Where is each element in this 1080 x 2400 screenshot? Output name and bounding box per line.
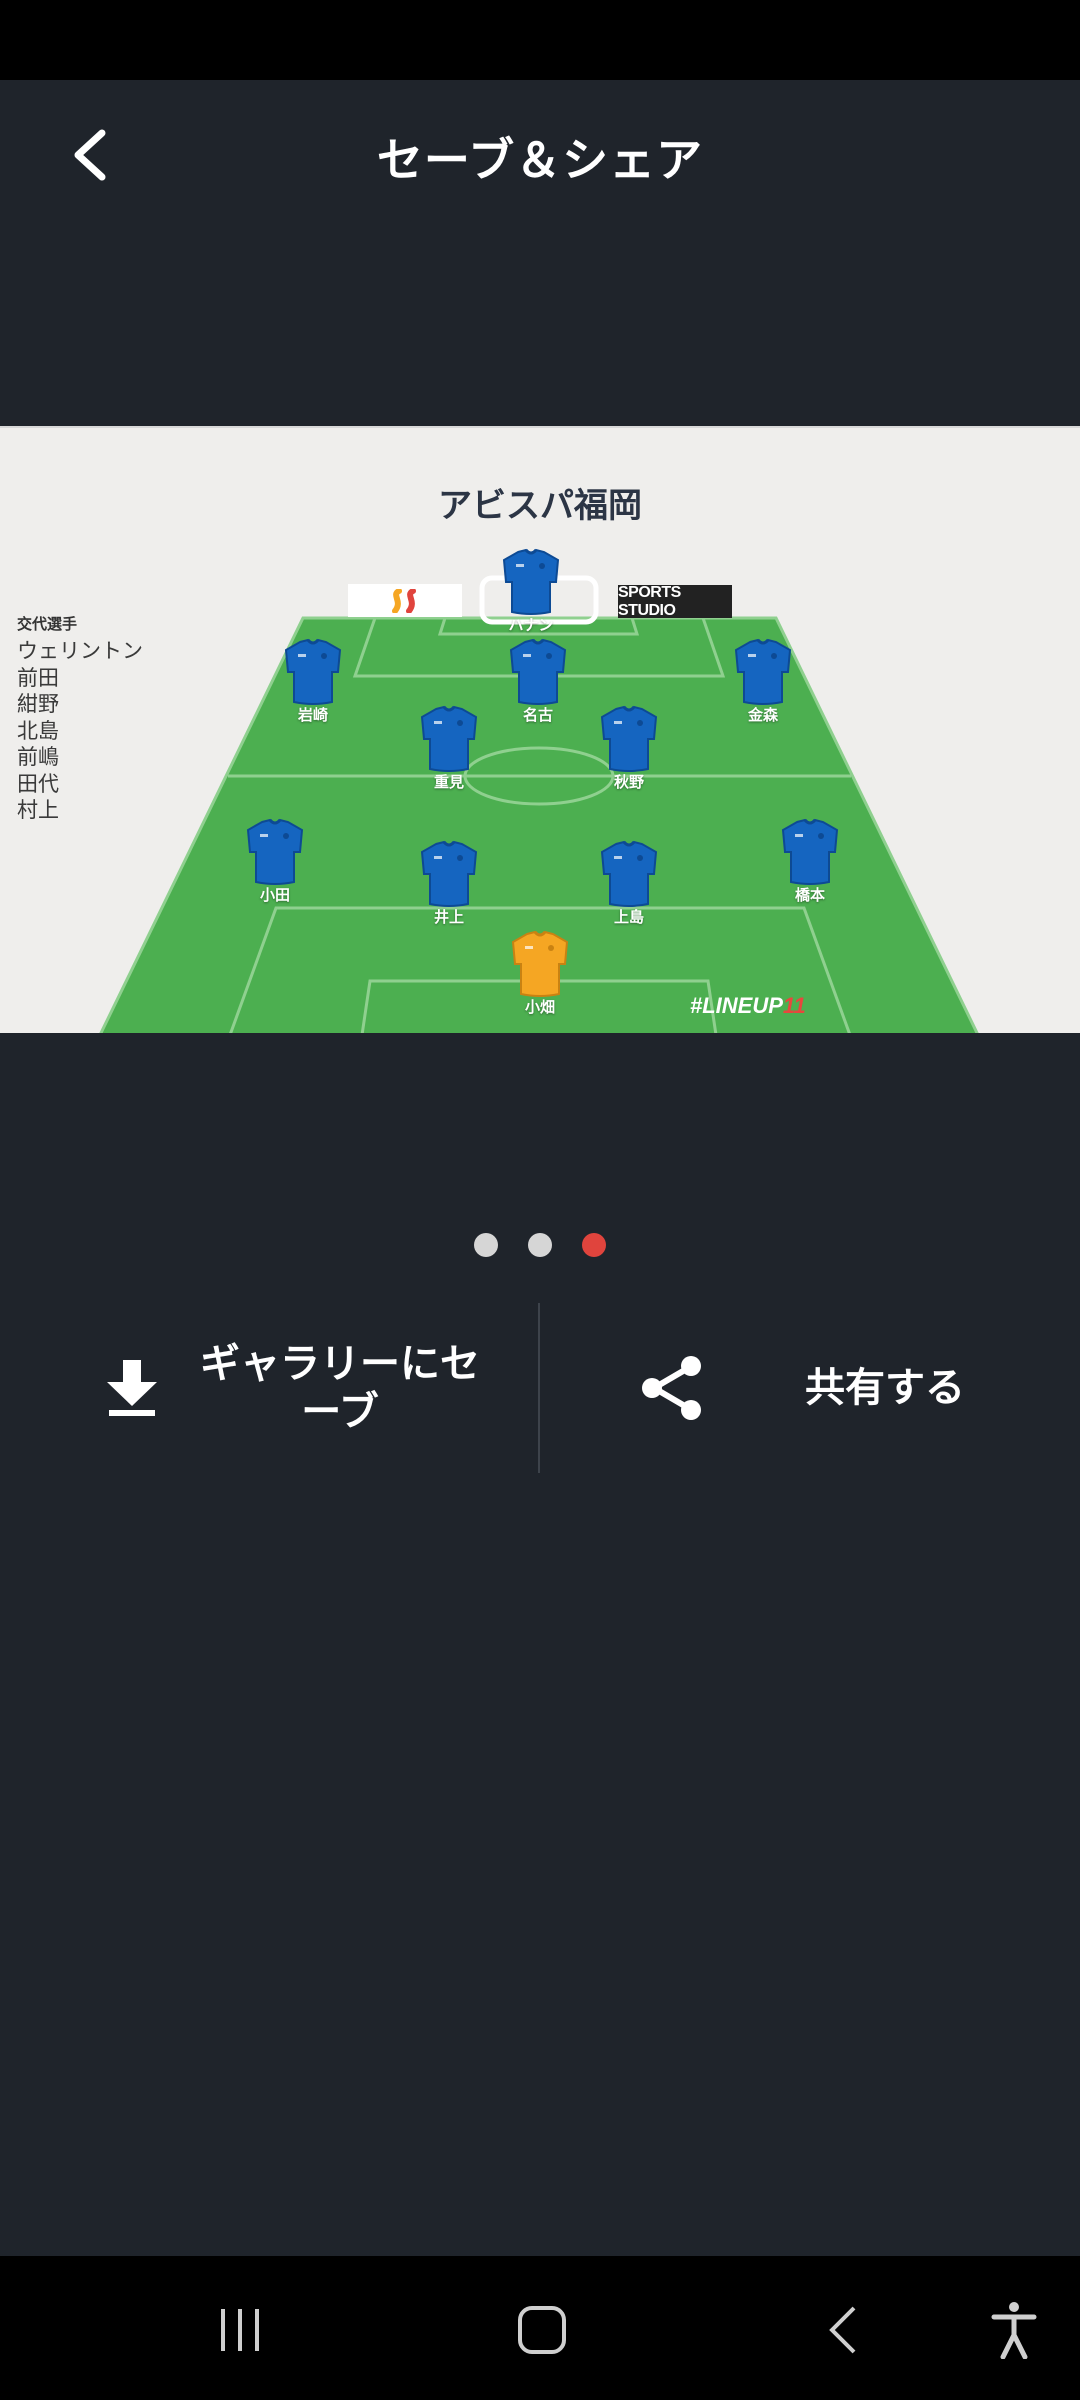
- substitutes-panel: 交代選手 ウェリントン 前田 紺野 北島 前嶋 田代 村上: [17, 613, 143, 824]
- player-name: 小畑: [524, 998, 555, 1016]
- player-name: 金森: [747, 706, 778, 724]
- system-nav-bar: [0, 2256, 1080, 2400]
- accessibility-icon: [991, 2302, 1037, 2359]
- player-10: 橋本: [770, 818, 850, 905]
- substitute-item: 北島: [17, 718, 59, 743]
- player-name: 上島: [613, 908, 644, 926]
- page-title: セーブ＆シェア: [376, 133, 704, 187]
- back-icon: [829, 2306, 856, 2354]
- substitutes-title: 交代選手: [17, 615, 78, 633]
- jersey-icon: [502, 548, 560, 615]
- player-name: 岩崎: [297, 706, 328, 724]
- player-name: 重見: [433, 773, 464, 791]
- lineup11-watermark: #LINEUP11: [690, 993, 806, 1018]
- sponsor-logo: [348, 584, 462, 617]
- substitute-item: 前田: [17, 665, 59, 690]
- player-name: 井上: [433, 908, 464, 926]
- share-label: 共有する: [805, 1365, 965, 1411]
- player-name: 名古: [522, 706, 553, 724]
- jersey-icon: [600, 840, 658, 907]
- player-name: 橋本: [794, 886, 825, 904]
- substitute-item: 紺野: [17, 692, 59, 716]
- page-dot-1[interactable]: [474, 1233, 498, 1257]
- player-2: 岩崎: [273, 638, 353, 725]
- lineup-image: アビスパ福岡 SPORTS STUDIO 交代選手 ウェリントン 前田 紺野 北…: [0, 426, 1080, 1033]
- status-bar: [0, 0, 1080, 80]
- page-dot-3[interactable]: [582, 1233, 606, 1257]
- page-indicator: [0, 1233, 1080, 1257]
- sponsor-logo-icon: [392, 588, 416, 613]
- keeper-jersey-icon: [511, 930, 569, 997]
- player-name: 秋野: [613, 773, 644, 791]
- page-dot-2[interactable]: [528, 1233, 552, 1257]
- jersey-icon: [284, 638, 342, 705]
- player-1: ハナン: [491, 548, 571, 635]
- nav-accessibility-button[interactable]: [982, 2298, 1046, 2362]
- sponsor-sports-studio: SPORTS STUDIO: [618, 584, 732, 619]
- jersey-icon: [420, 705, 478, 772]
- save-to-gallery-label: ギャラリーにセーブ: [200, 1341, 480, 1435]
- player-7: 小田: [235, 818, 315, 905]
- jersey-icon: [509, 638, 567, 705]
- jersey-icon: [781, 818, 839, 885]
- nav-back-button[interactable]: [812, 2298, 876, 2362]
- team-name: アビスパ福岡: [438, 486, 642, 526]
- player-9: 上島: [589, 840, 669, 927]
- nav-recents-button[interactable]: [208, 2298, 272, 2362]
- recents-icon: [221, 2309, 259, 2351]
- player-3: 名古: [498, 638, 578, 725]
- home-icon: [518, 2306, 566, 2354]
- share-icon: [642, 1356, 701, 1420]
- player-4: 金森: [723, 638, 803, 725]
- player-6: 秋野: [589, 705, 669, 792]
- jersey-icon: [600, 705, 658, 772]
- player-8: 井上: [409, 840, 489, 927]
- jersey-icon: [246, 818, 304, 885]
- nav-home-button[interactable]: [510, 2298, 574, 2362]
- substitute-item: 村上: [17, 798, 59, 822]
- jersey-icon: [420, 840, 478, 907]
- save-to-gallery-button[interactable]: ギャラリーにセーブ: [0, 1303, 538, 1473]
- substitute-item: 田代: [17, 771, 59, 796]
- player-11: 小畑: [500, 930, 580, 1017]
- substitutes-list: ウェリントン 前田 紺野 北島 前嶋 田代 村上: [17, 638, 143, 824]
- download-icon: [107, 1360, 157, 1416]
- share-button[interactable]: 共有する: [540, 1303, 1080, 1473]
- substitute-item: 前嶋: [17, 745, 59, 769]
- app-header: セーブ＆シェア: [0, 80, 1080, 230]
- player-5: 重見: [409, 705, 489, 792]
- substitute-item: ウェリントン: [17, 639, 143, 663]
- player-name: 小田: [259, 886, 290, 904]
- action-bar: ギャラリーにセーブ 共有する: [0, 1303, 1080, 1473]
- jersey-icon: [734, 638, 792, 705]
- player-name: ハナン: [508, 616, 554, 634]
